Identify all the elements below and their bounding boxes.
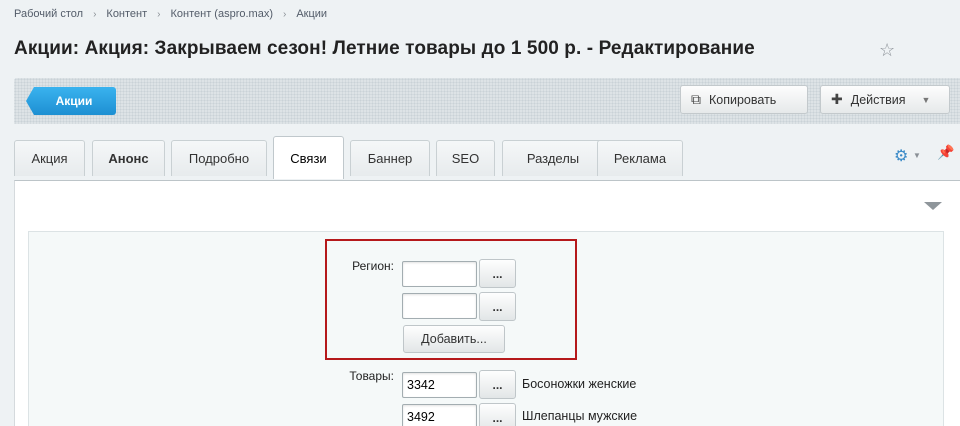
region-input-1[interactable] <box>402 261 477 287</box>
breadcrumb-content[interactable]: Контент <box>106 8 147 20</box>
tab-banner[interactable]: Баннер <box>350 140 430 176</box>
region-browse-button-1[interactable]: ... <box>479 259 516 288</box>
product-id-input-2[interactable] <box>402 404 477 426</box>
breadcrumb-separator-icon: › <box>93 8 97 20</box>
product-name-2: Шлепанцы мужские <box>522 409 638 423</box>
actions-button-label: Действия <box>850 92 906 107</box>
breadcrumb-promotions[interactable]: Акции <box>296 8 327 20</box>
tab-seo[interactable]: SEO <box>436 140 495 176</box>
tab-details[interactable]: Подробно <box>171 140 267 176</box>
chevron-down-icon[interactable]: ▼ <box>913 151 921 160</box>
copy-button[interactable]: ⧉ Копировать <box>680 85 808 114</box>
tab-advertising[interactable]: Реклама <box>597 140 683 176</box>
region-label: Регион: <box>352 259 394 273</box>
copy-button-label: Копировать <box>709 92 777 107</box>
chevron-down-icon: ▼ <box>921 94 931 105</box>
tab-promotion[interactable]: Акция <box>14 140 85 176</box>
breadcrumb-content-aspro[interactable]: Контент (aspro.max) <box>171 8 273 20</box>
breadcrumb-desktop[interactable]: Рабочий стол <box>14 8 83 20</box>
product-id-input-1[interactable] <box>402 372 477 398</box>
collapse-triangle-icon[interactable] <box>924 202 942 210</box>
plus-icon: ✚ <box>831 91 843 107</box>
product-browse-button-2[interactable]: ... <box>479 403 516 426</box>
back-to-promotions-button[interactable]: Акции <box>26 87 116 115</box>
product-name-1: Босоножки женские <box>522 377 637 391</box>
breadcrumb-separator-icon: › <box>282 8 287 20</box>
tab-links[interactable]: Связи <box>273 136 344 179</box>
tab-announcement[interactable]: Анонс <box>92 140 165 176</box>
actions-button[interactable]: ✚ Действия ▼ <box>820 85 950 114</box>
products-label: Товары: <box>349 369 394 383</box>
page-title: Акции: Акция: Закрываем сезон! Летние то… <box>14 38 755 59</box>
product-browse-button-1[interactable]: ... <box>479 370 516 399</box>
tab-sections[interactable]: Разделы <box>502 140 604 176</box>
pin-icon[interactable]: 📌 <box>937 144 954 161</box>
toolbar: Акции ⧉ Копировать ✚ Действия ▼ <box>14 78 960 124</box>
breadcrumb-separator-icon: › <box>157 8 161 20</box>
gear-icon[interactable]: ⚙ <box>894 146 908 166</box>
star-icon[interactable]: ☆ <box>879 40 895 61</box>
add-region-button[interactable]: Добавить... <box>403 325 505 353</box>
copy-icon: ⧉ <box>691 91 701 107</box>
breadcrumb: Рабочий стол › Контент › Контент (aspro.… <box>14 8 327 20</box>
region-input-2[interactable] <box>402 293 477 319</box>
region-browse-button-2[interactable]: ... <box>479 292 516 321</box>
